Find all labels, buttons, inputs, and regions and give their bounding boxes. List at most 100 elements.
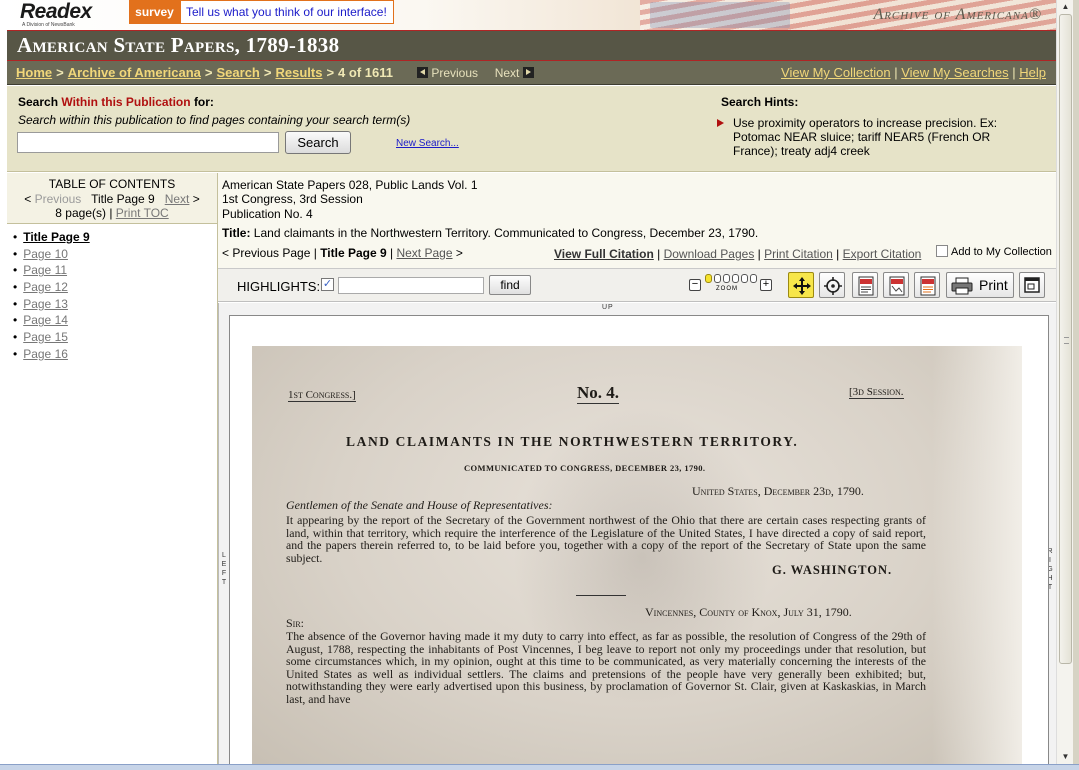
- add-to-collection-checkbox[interactable]: [936, 245, 948, 257]
- pan-left-control[interactable]: LEFT: [220, 551, 228, 587]
- document-info: American State Papers 028, Public Lands …: [218, 173, 1056, 268]
- survey-button[interactable]: survey: [129, 0, 180, 24]
- zoom-level-4[interactable]: [732, 274, 739, 283]
- toc-title: TABLE OF CONTENTS: [48, 177, 176, 191]
- previous-page-link[interactable]: Previous Page: [232, 246, 310, 260]
- breadcrumb-search[interactable]: Search: [217, 65, 260, 80]
- flag-canton-decoration: [650, 2, 790, 28]
- window-scrollbar[interactable]: ▲ ▼: [1056, 0, 1073, 770]
- survey-link[interactable]: Tell us what you think of our interface!: [180, 0, 394, 24]
- volume-line: American State Papers 028, Public Lands …: [222, 178, 478, 192]
- logo-subtitle: A Division of NewsBank: [22, 22, 75, 28]
- previous-result-link[interactable]: Previous: [431, 66, 478, 80]
- toc-previous: Previous: [34, 192, 82, 206]
- highlights-checkbox[interactable]: ✓: [321, 278, 334, 291]
- text-page-button[interactable]: [914, 272, 940, 298]
- breadcrumb-results[interactable]: Results: [275, 65, 322, 80]
- previous-arrow-icon[interactable]: [417, 67, 428, 78]
- list-item: Page 14: [13, 313, 90, 330]
- next-page-link[interactable]: Next Page: [396, 246, 452, 260]
- viewer-toolbar: HIGHLIGHTS: ✓ find − ZOOM + Print: [218, 268, 1056, 302]
- scan-dateline: United States, December 23d, 1790.: [692, 484, 864, 498]
- scrollbar-thumb[interactable]: [1059, 14, 1072, 664]
- print-button[interactable]: Print: [946, 272, 1014, 298]
- next-arrow-icon[interactable]: [522, 67, 534, 78]
- scan-signature: G. WASHINGTON.: [772, 563, 893, 577]
- list-item: Page 16: [13, 347, 90, 364]
- toc-link-page-13[interactable]: Page 13: [23, 297, 68, 311]
- toc-link-page-10[interactable]: Page 10: [23, 247, 68, 261]
- list-item: Page 13: [13, 297, 90, 314]
- readex-logo[interactable]: Readex A Division of NewsBank: [20, 0, 148, 30]
- highlight-input[interactable]: [338, 277, 484, 294]
- toc-link-title-page-9[interactable]: Title Page 9: [23, 230, 89, 244]
- toc-list: Title Page 9 Page 10 Page 11 Page 12 Pag…: [13, 230, 90, 364]
- search-heading-prefix: Search: [18, 95, 59, 109]
- toc-page-count: 8 page(s): [55, 206, 106, 220]
- scroll-up-icon[interactable]: ▲: [1058, 0, 1073, 14]
- toc-next-link[interactable]: Next: [165, 192, 190, 206]
- view-my-searches-link[interactable]: View My Searches: [901, 65, 1008, 80]
- zoom-control: − ZOOM +: [689, 273, 775, 297]
- scan-place-date: Vincennes, County of Knox, July 31, 1790…: [645, 605, 852, 619]
- zoom-level-3[interactable]: [723, 274, 730, 283]
- top-banner: Readex A Division of NewsBank survey Tel…: [0, 0, 1056, 30]
- breadcrumb-home[interactable]: Home: [16, 65, 52, 80]
- current-page: Title Page 9: [320, 246, 387, 260]
- toc-current: Title Page 9: [91, 192, 155, 206]
- export-citation-link[interactable]: Export Citation: [843, 247, 922, 261]
- toc-link-page-11[interactable]: Page 11: [23, 263, 67, 277]
- zoom-out-icon[interactable]: −: [689, 279, 701, 291]
- toc-link-page-14[interactable]: Page 14: [23, 313, 68, 327]
- scroll-down-icon[interactable]: ▼: [1058, 750, 1073, 764]
- center-tool-button[interactable]: [819, 272, 845, 298]
- next-result-link[interactable]: Next: [495, 66, 520, 80]
- print-citation-link[interactable]: Print Citation: [764, 247, 833, 261]
- toc-header: TABLE OF CONTENTS < Previous Title Page …: [7, 173, 217, 224]
- scan-subtitle: COMMUNICATED TO CONGRESS, DECEMBER 23, 1…: [464, 463, 706, 473]
- scan-header-left: 1st Congress.]: [288, 389, 356, 402]
- zoom-level-6[interactable]: [750, 274, 757, 283]
- pan-tool-button[interactable]: [788, 272, 814, 298]
- zoom-level-1[interactable]: [705, 274, 712, 283]
- search-input[interactable]: [17, 132, 279, 153]
- pdf-document-button[interactable]: [883, 272, 909, 298]
- scanned-page-image[interactable]: 1st Congress.] No. 4. [3d Session. LAND …: [252, 346, 1022, 770]
- hint-bullet-icon: [717, 119, 724, 127]
- toc-count-row: 8 page(s) | Print TOC: [55, 206, 169, 220]
- pdf-page-button[interactable]: [852, 272, 878, 298]
- search-within-panel: Search Within this Publication for: Sear…: [7, 86, 1056, 172]
- print-toc-link[interactable]: Print TOC: [116, 206, 169, 220]
- view-my-collection-link[interactable]: View My Collection: [781, 65, 891, 80]
- list-item: Title Page 9: [13, 230, 89, 247]
- view-full-citation-link[interactable]: View Full Citation: [554, 247, 654, 261]
- page-pager: < Previous Page | Title Page 9 | Next Pa…: [222, 246, 463, 260]
- pdf-document-icon: [889, 276, 905, 296]
- breadcrumb: Home > Archive of Americana > Search > Results…: [16, 65, 393, 80]
- fullscreen-button[interactable]: [1019, 272, 1045, 298]
- breadcrumb-archive[interactable]: Archive of Americana: [68, 65, 201, 80]
- grip-icon: [1064, 337, 1069, 344]
- new-search-link[interactable]: New Search...: [396, 138, 459, 149]
- search-button[interactable]: Search: [285, 131, 351, 154]
- crosshair-icon: [824, 277, 842, 295]
- zoom-level-5[interactable]: [741, 274, 748, 283]
- toc-link-page-15[interactable]: Page 15: [23, 330, 68, 344]
- toc-link-page-16[interactable]: Page 16: [23, 347, 68, 361]
- scan-paragraph-2: The absence of the Governor having made …: [286, 629, 926, 706]
- toc-link-page-12[interactable]: Page 12: [23, 280, 68, 294]
- search-hints-title: Search Hints:: [721, 95, 799, 109]
- page-edge-light: [932, 346, 1022, 770]
- table-of-contents: TABLE OF CONTENTS < Previous Title Page …: [7, 173, 218, 770]
- window-border: [1073, 0, 1079, 770]
- help-link[interactable]: Help: [1019, 65, 1046, 80]
- find-button[interactable]: find: [489, 275, 531, 295]
- zoom-label: ZOOM: [716, 286, 738, 292]
- zoom-in-icon[interactable]: +: [760, 279, 772, 291]
- pan-up-control[interactable]: UP: [602, 304, 614, 311]
- page-viewer[interactable]: UP LEFT RIGHT 1st Congress.] No. 4. [3d …: [218, 303, 1056, 770]
- zoom-level-2[interactable]: [714, 274, 721, 283]
- download-pages-link[interactable]: Download Pages: [664, 247, 755, 261]
- scan-title: LAND CLAIMANTS IN THE NORTHWESTERN TERRI…: [346, 434, 799, 449]
- add-to-collection[interactable]: Add to My Collection: [936, 245, 1052, 258]
